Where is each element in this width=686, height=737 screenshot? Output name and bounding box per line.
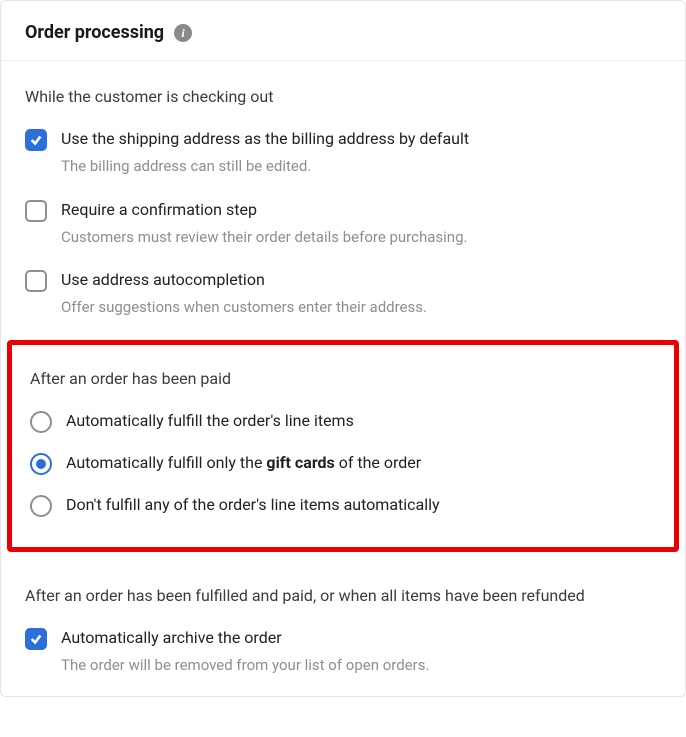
card-header: Order processing i xyxy=(1,1,685,61)
option-label: Require a confirmation step xyxy=(61,198,661,222)
radio-fulfill-all[interactable] xyxy=(30,411,52,433)
checkbox-confirmation-step[interactable] xyxy=(25,200,47,222)
option-auto-archive: Automatically archive the order The orde… xyxy=(25,626,661,677)
highlight-after-paid: After an order has been paid Automatical… xyxy=(7,340,679,552)
checkbox-address-autocomplete[interactable] xyxy=(25,270,47,292)
option-label: Use the shipping address as the billing … xyxy=(61,127,661,151)
label-block: Don't fulfill any of the order's line it… xyxy=(66,493,656,521)
label-block: Use address autocompletion Offer suggest… xyxy=(61,268,661,319)
option-address-autocomplete: Use address autocompletion Offer suggest… xyxy=(25,268,661,319)
option-label: Use address autocompletion xyxy=(61,268,661,292)
order-processing-card: Order processing i While the customer is… xyxy=(0,0,686,697)
label-block: Automatically archive the order The orde… xyxy=(61,626,661,677)
section-checkout: While the customer is checking out Use t… xyxy=(1,61,685,339)
text-bold: gift cards xyxy=(266,453,334,472)
text-fragment: of the order xyxy=(335,453,421,472)
option-fulfill-gift-cards: Automatically fulfill only the gift card… xyxy=(30,451,656,479)
option-sublabel: The billing address can still be edited. xyxy=(61,155,661,178)
option-label: Don't fulfill any of the order's line it… xyxy=(66,493,656,517)
option-sublabel: Offer suggestions when customers enter t… xyxy=(61,296,661,319)
checkbox-billing-address[interactable] xyxy=(25,129,47,151)
option-fulfill-none: Don't fulfill any of the order's line it… xyxy=(30,493,656,521)
section-archive-title: After an order has been fulfilled and pa… xyxy=(25,584,661,608)
option-label: Automatically fulfill the order's line i… xyxy=(66,409,656,433)
radio-fulfill-none[interactable] xyxy=(30,495,52,517)
section-paid-title: After an order has been paid xyxy=(30,367,656,391)
option-label: Automatically archive the order xyxy=(61,626,661,650)
option-billing-address: Use the shipping address as the billing … xyxy=(25,127,661,178)
option-sublabel: The order will be removed from your list… xyxy=(61,654,661,677)
option-fulfill-all: Automatically fulfill the order's line i… xyxy=(30,409,656,437)
label-block: Require a confirmation step Customers mu… xyxy=(61,198,661,249)
checkbox-auto-archive[interactable] xyxy=(25,628,47,650)
section-archive: After an order has been fulfilled and pa… xyxy=(1,568,685,697)
option-label: Automatically fulfill only the gift card… xyxy=(66,451,656,475)
label-block: Use the shipping address as the billing … xyxy=(61,127,661,178)
option-sublabel: Customers must review their order detail… xyxy=(61,226,661,249)
section-checkout-title: While the customer is checking out xyxy=(25,85,661,109)
info-icon[interactable]: i xyxy=(174,24,192,42)
text-fragment: Automatically fulfill only the xyxy=(66,453,266,472)
card-title: Order processing xyxy=(25,19,164,46)
option-confirmation-step: Require a confirmation step Customers mu… xyxy=(25,198,661,249)
label-block: Automatically fulfill the order's line i… xyxy=(66,409,656,437)
label-block: Automatically fulfill only the gift card… xyxy=(66,451,656,479)
radio-fulfill-gift-cards[interactable] xyxy=(30,453,52,475)
